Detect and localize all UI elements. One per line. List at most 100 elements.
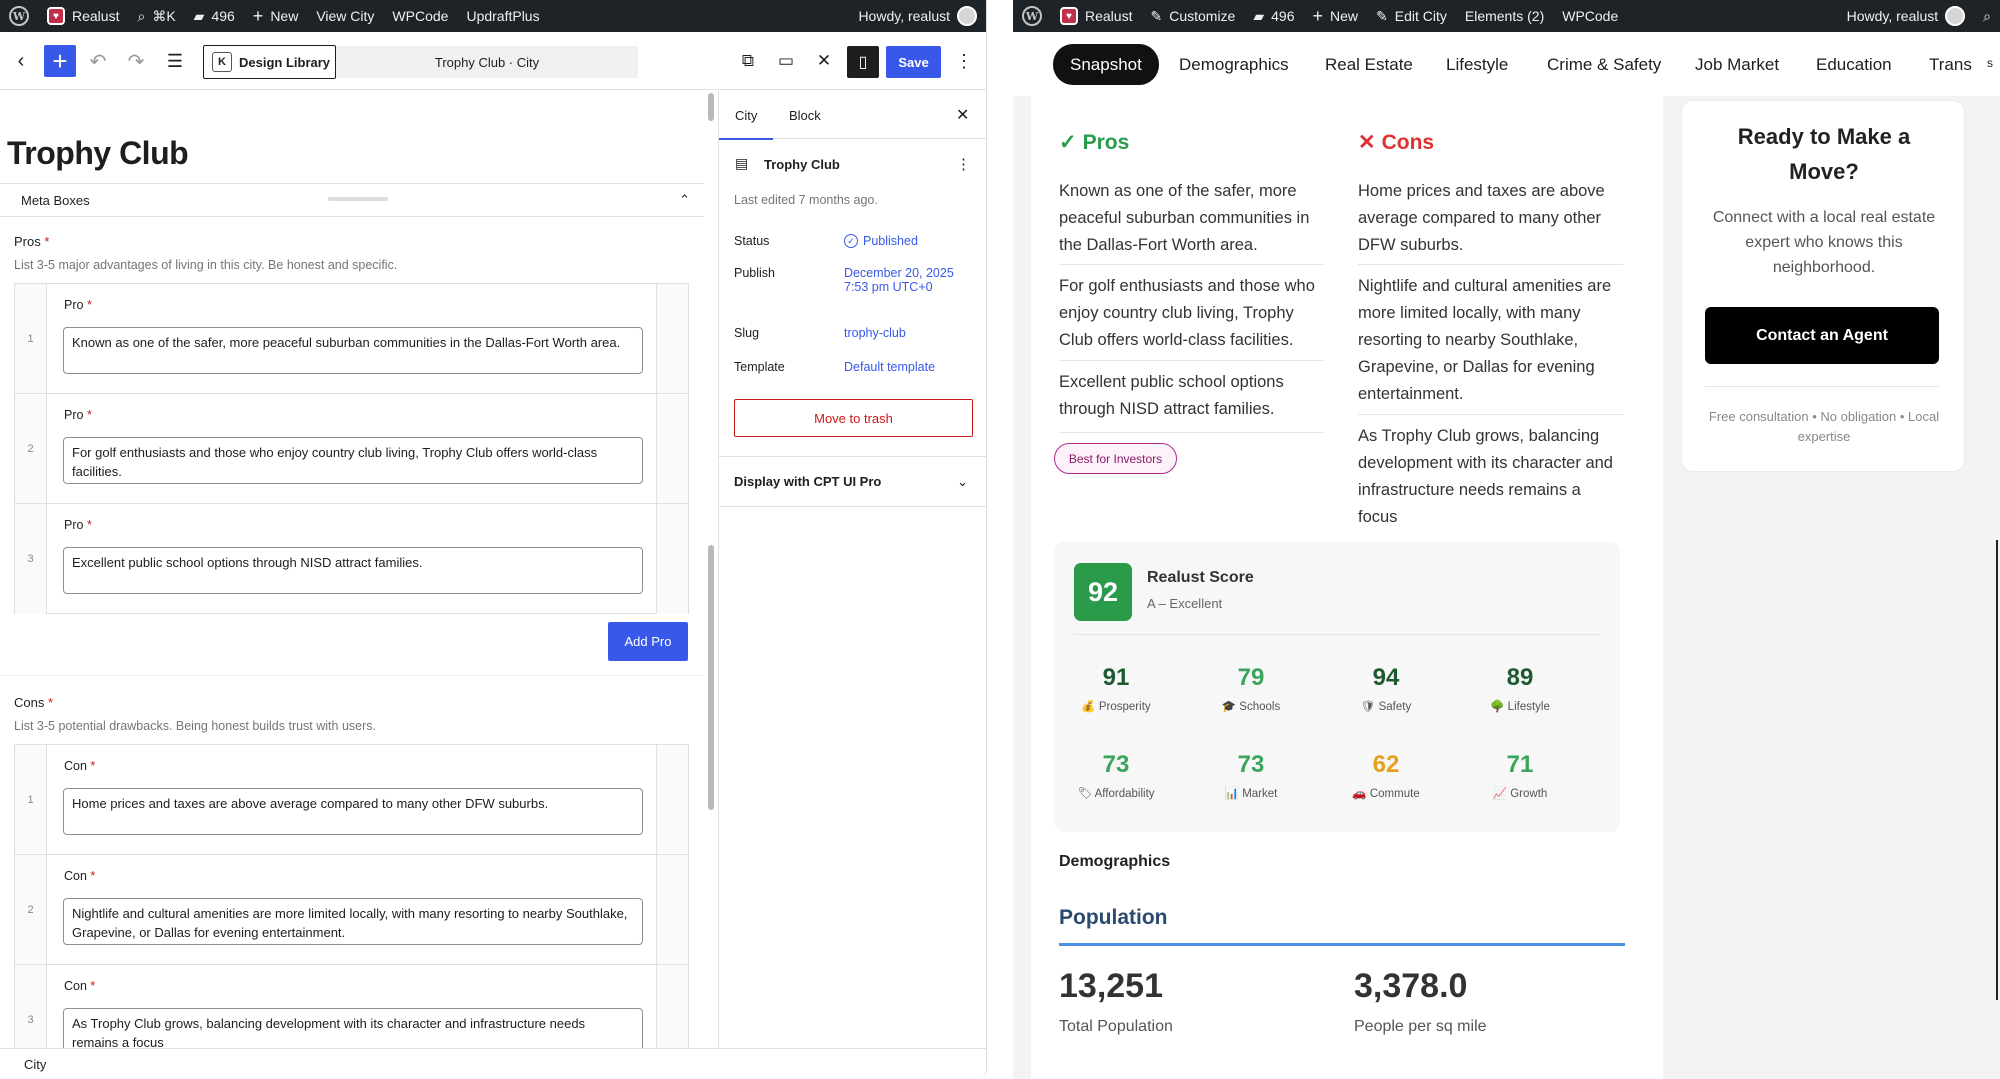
market-icon: 📊 bbox=[1224, 788, 1239, 800]
row-handle[interactable] bbox=[656, 504, 688, 614]
wpcode-menu[interactable]: WPCode bbox=[1553, 0, 1627, 32]
pros-field-description: List 3-5 major advantages of living in t… bbox=[14, 258, 398, 272]
kadence-tools-icon[interactable]: ✕ bbox=[806, 43, 842, 79]
template-value[interactable]: Default template bbox=[844, 360, 974, 374]
nav-job-market[interactable]: Job Market bbox=[1695, 44, 1779, 85]
row-handle[interactable] bbox=[656, 965, 688, 1048]
back-icon[interactable]: ‹ bbox=[3, 43, 39, 79]
density-value: 3,378.0 bbox=[1354, 967, 1468, 1005]
tab-city[interactable]: City bbox=[718, 91, 775, 140]
editor-toolbar: ‹ + ↶ ↷ ☰ K Design Library Trophy Club · … bbox=[0, 32, 986, 90]
brush-icon: ✎ bbox=[1150, 7, 1163, 24]
new-content-menu[interactable]: + New bbox=[244, 0, 308, 32]
nav-snapshot[interactable]: Snapshot bbox=[1053, 44, 1159, 85]
chevron-up-icon[interactable]: ⌃ bbox=[679, 192, 690, 208]
view-post-icon[interactable]: ⧉ bbox=[730, 43, 766, 79]
block-breadcrumb[interactable]: City bbox=[0, 1048, 986, 1079]
pro-textarea[interactable]: For golf enthusiasts and those who enjoy… bbox=[63, 437, 643, 484]
row-handle[interactable] bbox=[656, 284, 688, 393]
nav-real-estate[interactable]: Real Estate bbox=[1325, 44, 1413, 85]
row-handle[interactable] bbox=[656, 745, 688, 854]
con-textarea[interactable]: Home prices and taxes are above average … bbox=[63, 788, 643, 835]
search-icon[interactable]: ⌕ bbox=[1974, 0, 2000, 32]
publish-date-value[interactable]: December 20, 2025 7:53 pm UTC+0 bbox=[844, 266, 974, 294]
post-title[interactable]: Trophy Club bbox=[7, 135, 189, 172]
score-metric: 79 🎓 Schools bbox=[1221, 664, 1281, 713]
add-pro-button[interactable]: Add Pro bbox=[608, 622, 688, 661]
options-menu-icon[interactable]: ⋮ bbox=[946, 43, 982, 79]
design-library-button[interactable]: K Design Library bbox=[203, 45, 336, 79]
repeater-row: 3 Con * As Trophy Club grows, balancing … bbox=[15, 965, 688, 1048]
view-city-link[interactable]: View City bbox=[307, 0, 383, 32]
design-library-icon: K bbox=[212, 52, 232, 72]
nav-education[interactable]: Education bbox=[1816, 44, 1892, 85]
city-section-nav: Snapshot Demographics Real Estate Lifest… bbox=[1013, 32, 2000, 96]
preview-device-icon[interactable]: ▭ bbox=[768, 43, 804, 79]
pro-textarea[interactable]: Known as one of the safer, more peaceful… bbox=[63, 327, 643, 374]
tab-block[interactable]: Block bbox=[789, 91, 821, 139]
check-circle-icon: ✓ bbox=[844, 234, 858, 248]
scrollbar-thumb[interactable] bbox=[708, 93, 714, 121]
new-content-menu[interactable]: + New bbox=[1303, 0, 1367, 32]
window-edge bbox=[1996, 540, 1998, 1000]
page-gutter bbox=[1013, 96, 1031, 1079]
nav-crime-safety[interactable]: Crime & Safety bbox=[1547, 44, 1661, 85]
divider bbox=[1358, 414, 1623, 415]
affordability-icon: 🏷 bbox=[1077, 788, 1093, 800]
con-textarea[interactable]: As Trophy Club grows, balancing developm… bbox=[63, 1008, 643, 1048]
save-button[interactable]: Save bbox=[886, 46, 941, 78]
nav-transportation[interactable]: Trans bbox=[1929, 44, 1972, 85]
site-heart-icon: ♥ bbox=[47, 7, 65, 25]
customize-link[interactable]: ✎ Customize bbox=[1141, 0, 1244, 32]
con-textarea[interactable]: Nightlife and cultural amenities are mor… bbox=[63, 898, 643, 945]
cta-text: Connect with a local real estate expert … bbox=[1712, 209, 1936, 276]
con-item: As Trophy Club grows, balancing developm… bbox=[1358, 427, 1613, 526]
updraftplus-menu[interactable]: UpdraftPlus bbox=[457, 0, 548, 32]
population-heading: Population bbox=[1059, 906, 1168, 929]
wp-admin-bar: W ♥ Realust ✎ Customize ▰ 496 + New ✎ Edit Ci… bbox=[1013, 0, 2000, 32]
con-item: Nightlife and cultural amenities are mor… bbox=[1358, 277, 1612, 403]
slug-value[interactable]: trophy-club bbox=[844, 326, 974, 340]
wp-logo-menu[interactable]: W bbox=[1013, 0, 1051, 32]
wp-logo-menu[interactable]: W bbox=[0, 0, 38, 32]
elements-menu[interactable]: Elements (2) bbox=[1456, 0, 1553, 32]
site-name-link[interactable]: ♥ Realust bbox=[38, 0, 128, 32]
pros-repeater: 1 Pro * Known as one of the safer, more … bbox=[14, 283, 689, 614]
con-label: Con * bbox=[64, 759, 96, 773]
score-metric: 71 📈 Growth bbox=[1492, 751, 1548, 800]
close-icon[interactable]: ✕ bbox=[956, 91, 969, 139]
post-actions-icon[interactable]: ⋮ bbox=[956, 155, 971, 173]
move-to-trash-button[interactable]: Move to trash bbox=[734, 399, 973, 437]
wpcode-menu[interactable]: WPCode bbox=[383, 0, 457, 32]
account-menu[interactable]: Howdy, realust bbox=[1838, 0, 1975, 32]
comments-link[interactable]: ▰ 496 bbox=[185, 0, 244, 32]
row-handle[interactable] bbox=[656, 394, 688, 503]
pro-textarea[interactable]: Excellent public school options through … bbox=[63, 547, 643, 594]
contact-agent-button[interactable]: Contact an Agent bbox=[1705, 307, 1939, 364]
scrollbar-thumb[interactable] bbox=[708, 545, 714, 810]
command-search[interactable]: ⌕ ⌘K bbox=[128, 0, 184, 32]
document-title-bar[interactable]: Trophy Club · City bbox=[336, 46, 638, 78]
nav-lifestyle[interactable]: Lifestyle bbox=[1446, 44, 1508, 85]
cpt-ui-panel-toggle[interactable]: Display with CPT UI Pro ⌄ bbox=[719, 457, 986, 506]
row-handle[interactable] bbox=[656, 855, 688, 964]
divider bbox=[1074, 634, 1600, 635]
demographics-heading: Demographics bbox=[1059, 853, 1171, 870]
editor-canvas: Trophy Club Meta Boxes ⌃ Pros * List 3-5 … bbox=[0, 91, 704, 1048]
redo-icon[interactable]: ↷ bbox=[118, 43, 154, 79]
undo-icon[interactable]: ↶ bbox=[80, 43, 116, 79]
site-name-link[interactable]: ♥ Realust bbox=[1051, 0, 1141, 32]
editor-window: W ♥ Realust ⌕ ⌘K ▰ 496 + New View City WPCod… bbox=[0, 0, 987, 1079]
account-menu[interactable]: Howdy, realust bbox=[849, 0, 986, 32]
settings-sidebar-icon[interactable]: ▯ bbox=[847, 46, 879, 78]
resize-handle[interactable] bbox=[328, 197, 388, 201]
cons-repeater: 1 Con * Home prices and taxes are above … bbox=[14, 744, 689, 1048]
nav-demographics[interactable]: Demographics bbox=[1179, 44, 1289, 85]
score-metric: 73 📊 Market bbox=[1224, 751, 1278, 800]
growth-icon: 📈 bbox=[1492, 788, 1508, 800]
edit-city-link[interactable]: ✎ Edit City bbox=[1367, 0, 1456, 32]
comments-link[interactable]: ▰ 496 bbox=[1244, 0, 1303, 32]
status-value[interactable]: ✓ Published bbox=[844, 234, 974, 248]
block-inserter-button[interactable]: + bbox=[44, 45, 76, 77]
document-overview-icon[interactable]: ☰ bbox=[157, 43, 193, 79]
